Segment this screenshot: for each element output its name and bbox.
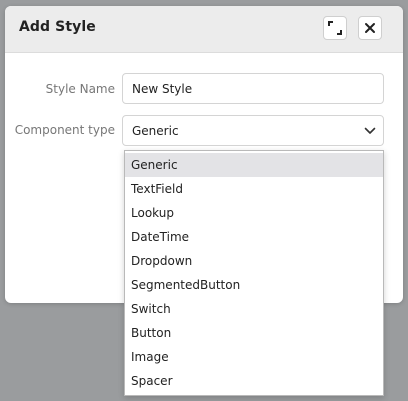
dropdown-option[interactable]: Image [125,345,383,369]
maximize-icon [328,21,342,35]
dropdown-option[interactable]: Dropdown [125,249,383,273]
dropdown-option[interactable]: DateTime [125,225,383,249]
dialog-header: Add Style [5,6,403,53]
close-button[interactable] [358,16,382,40]
component-type-label: Component type [14,123,115,137]
component-type-dropdown-list: Generic TextField Lookup DateTime Dropdown Se… [124,150,384,396]
dropdown-option[interactable]: Switch [125,297,383,321]
dropdown-option[interactable]: Spacer [125,369,383,393]
close-icon [365,23,375,33]
maximize-button[interactable] [323,16,347,40]
chevron-down-icon [364,127,376,134]
dropdown-option[interactable]: SegmentedButton [125,273,383,297]
dropdown-option[interactable]: Generic [125,153,383,177]
dropdown-option[interactable]: TextField [125,177,383,201]
dialog-title: Add Style [19,19,96,35]
component-type-select[interactable]: Generic [122,115,384,146]
style-name-input[interactable] [122,73,384,104]
dropdown-option[interactable]: Lookup [125,201,383,225]
style-name-label: Style Name [45,82,115,96]
component-type-value: Generic [132,124,179,138]
dropdown-option[interactable]: Button [125,321,383,345]
